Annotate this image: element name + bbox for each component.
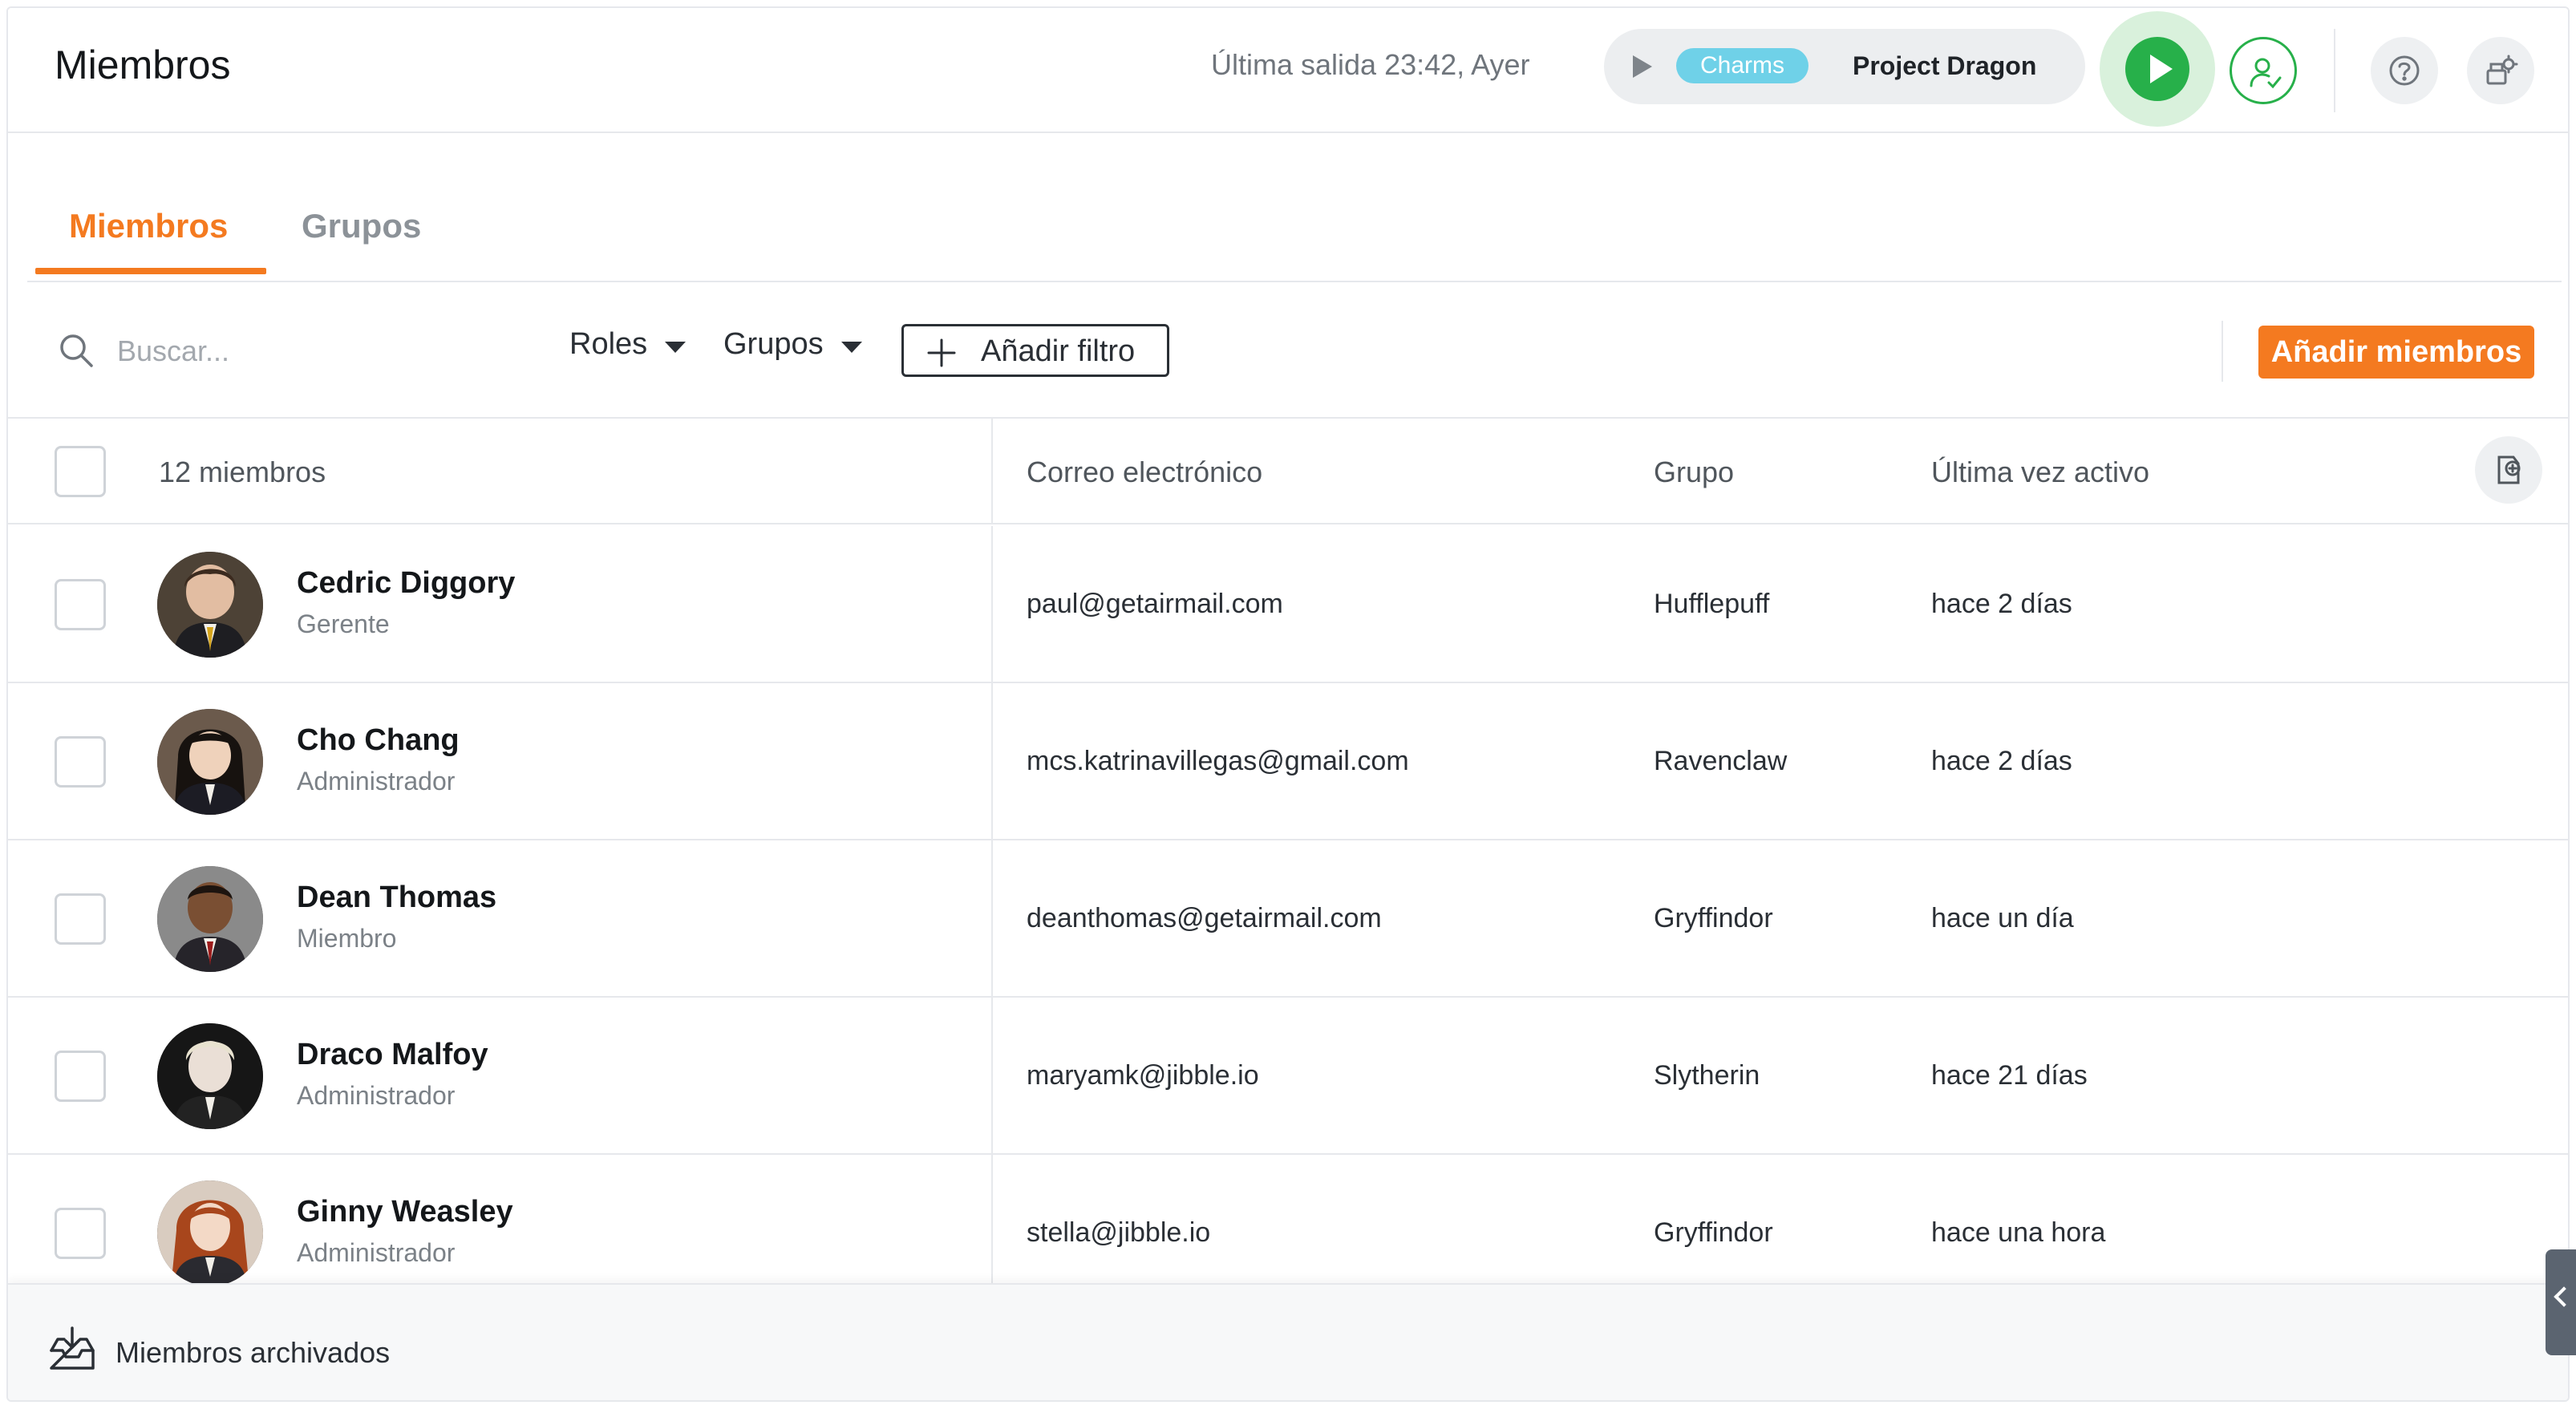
member-email: deanthomas@getairmail.com xyxy=(1027,903,1382,933)
avatar xyxy=(157,1180,263,1286)
toolbar-divider xyxy=(2222,321,2223,382)
member-group: Hufflepuff xyxy=(1654,589,1770,619)
project-name: Project Dragon xyxy=(1853,51,2037,80)
row-checkbox[interactable] xyxy=(55,736,106,788)
plus-icon xyxy=(927,338,956,367)
member-last-active: hace 21 días xyxy=(1931,1060,2088,1091)
column-settings-icon xyxy=(2497,456,2521,484)
avatar xyxy=(157,552,263,658)
column-divider xyxy=(991,840,993,996)
chevron-down-icon xyxy=(665,341,687,353)
table-header: 12 miembros Correo electrónico Grupo Últ… xyxy=(8,419,2568,524)
member-name[interactable]: Cedric Diggory xyxy=(297,566,515,601)
timer-selector[interactable]: Charms Project Dragon xyxy=(1604,29,2085,104)
archived-members-bar[interactable]: Miembros archivados xyxy=(8,1283,2568,1400)
groups-dropdown[interactable]: Grupos xyxy=(723,327,862,362)
row-checkbox[interactable] xyxy=(55,1051,106,1102)
archived-members-label[interactable]: Miembros archivados xyxy=(115,1336,390,1370)
help-icon xyxy=(2389,55,2420,86)
add-filter-button[interactable]: Añadir filtro xyxy=(901,324,1169,377)
add-filter-label: Añadir filtro xyxy=(981,334,1136,368)
tab-bar: Miembros Grupos xyxy=(27,133,2562,282)
column-divider xyxy=(991,419,993,523)
table-row[interactable]: Draco Malfoy Administrador maryamk@jibbl… xyxy=(8,998,2568,1155)
header-divider xyxy=(2334,29,2335,112)
column-settings-button[interactable] xyxy=(2475,436,2542,504)
chevron-left-icon xyxy=(2554,1286,2574,1307)
settings-icon xyxy=(2486,55,2518,85)
member-group: Slytherin xyxy=(1654,1060,1760,1091)
avatar xyxy=(157,866,263,972)
member-role: Administrador xyxy=(297,767,456,796)
table-row[interactable]: Dean Thomas Miembro deanthomas@getairmai… xyxy=(8,840,2568,998)
search-input[interactable] xyxy=(117,329,470,374)
last-clock-out: Última salida 23:42, Ayer xyxy=(1211,48,1530,81)
top-header: Miembros Última salida 23:42, Ayer Charm… xyxy=(8,8,2568,133)
member-group: Ravenclaw xyxy=(1654,746,1788,776)
member-role: Gerente xyxy=(297,609,390,638)
column-divider xyxy=(991,683,993,839)
page-title: Miembros xyxy=(55,43,231,87)
search-icon xyxy=(60,334,93,367)
chevron-down-icon xyxy=(840,341,862,353)
table-row[interactable]: Cedric Diggory Gerente paul@getairmail.c… xyxy=(8,526,2568,683)
active-tab-indicator xyxy=(35,268,266,274)
member-last-active: hace 2 días xyxy=(1931,746,2072,776)
avatar xyxy=(157,1023,263,1129)
member-group: Gryffindor xyxy=(1654,903,1773,933)
table-row[interactable]: Cho Chang Administrador mcs.katrinaville… xyxy=(8,683,2568,840)
activity-badge: Charms xyxy=(1676,48,1809,83)
member-last-active: hace 2 días xyxy=(1931,589,2072,619)
column-divider xyxy=(991,998,993,1153)
member-email: maryamk@jibble.io xyxy=(1027,1060,1259,1091)
tab-miembros[interactable]: Miembros xyxy=(69,207,228,245)
column-divider xyxy=(991,526,993,682)
row-checkbox[interactable] xyxy=(55,1208,106,1259)
member-name[interactable]: Cho Chang xyxy=(297,723,460,758)
groups-dropdown-label: Grupos xyxy=(723,327,824,361)
roles-dropdown-label: Roles xyxy=(569,327,648,361)
member-group: Gryffindor xyxy=(1654,1217,1773,1248)
member-name[interactable]: Ginny Weasley xyxy=(297,1195,513,1229)
help-button[interactable] xyxy=(2371,37,2438,104)
select-all-checkbox[interactable] xyxy=(55,446,106,497)
add-members-button[interactable]: Añadir miembros xyxy=(2258,326,2534,379)
member-name[interactable]: Draco Malfoy xyxy=(297,1038,488,1072)
member-email: stella@jibble.io xyxy=(1027,1217,1211,1248)
column-header-group[interactable]: Grupo xyxy=(1654,456,1734,489)
member-role: Administrador xyxy=(297,1081,456,1110)
filter-toolbar: Roles Grupos Añadir filtro Añadir miembr… xyxy=(8,284,2568,419)
member-email: paul@getairmail.com xyxy=(1027,589,1283,619)
avatar xyxy=(157,709,263,815)
roles-dropdown[interactable]: Roles xyxy=(569,327,687,362)
user-check-icon xyxy=(2250,58,2282,89)
play-icon xyxy=(2150,55,2173,83)
clock-in-member-button[interactable] xyxy=(2230,37,2297,104)
column-header-email[interactable]: Correo electrónico xyxy=(1027,456,1262,489)
tab-grupos[interactable]: Grupos xyxy=(302,207,421,245)
member-role: Administrador xyxy=(297,1238,456,1267)
app-frame: Miembros Última salida 23:42, Ayer Charm… xyxy=(6,6,2570,1402)
row-checkbox[interactable] xyxy=(55,893,106,945)
play-icon xyxy=(1633,55,1652,78)
member-name[interactable]: Dean Thomas xyxy=(297,881,496,915)
archive-icon xyxy=(50,1326,95,1370)
members-count: 12 miembros xyxy=(159,456,326,488)
member-role: Miembro xyxy=(297,924,397,953)
start-timer-button[interactable] xyxy=(2125,37,2189,101)
side-panel-toggle[interactable] xyxy=(2546,1249,2576,1355)
member-email: mcs.katrinavillegas@gmail.com xyxy=(1027,746,1409,776)
member-last-active: hace una hora xyxy=(1931,1217,2106,1248)
settings-button[interactable] xyxy=(2467,37,2534,104)
member-last-active: hace un día xyxy=(1931,903,2074,933)
column-header-last-active[interactable]: Última vez activo xyxy=(1931,456,2149,489)
row-checkbox[interactable] xyxy=(55,579,106,630)
